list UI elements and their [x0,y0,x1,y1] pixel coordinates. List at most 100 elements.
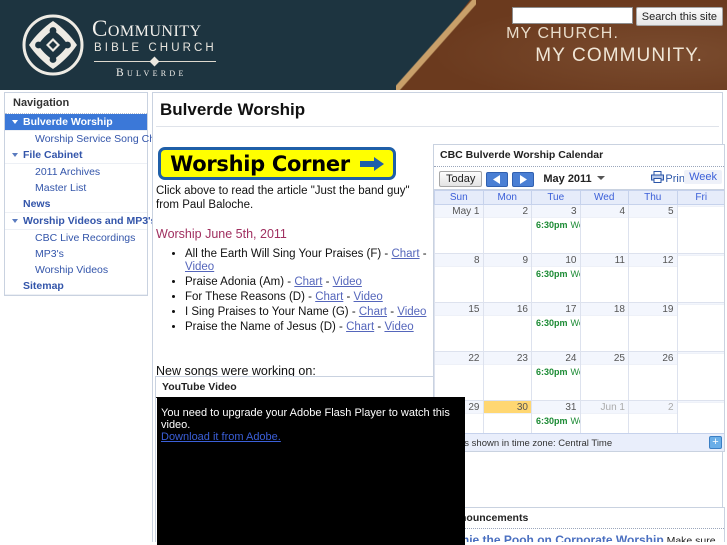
calendar-day-cell[interactable]: 22 [434,351,484,401]
sidebar-item-worship-videos-and-mp3-s[interactable]: Worship Videos and MP3's [5,213,156,230]
calendar-day-number: 23 [483,352,531,365]
song-video-link[interactable]: Video [397,306,426,318]
calendar-next-button[interactable] [512,171,535,187]
calendar-day-cell[interactable]: 9 [482,253,532,303]
song-title: Praise Adonia (Am) [185,276,285,289]
sidebar-item-2011-archives[interactable]: 2011 Archives [5,164,147,180]
song-chart-link[interactable]: Chart [315,291,343,303]
calendar-event[interactable]: 6:30pmWors [532,218,580,230]
sidebar-item-label: 2011 Archives [35,166,101,178]
calendar-day-cell[interactable]: 18 [579,302,629,352]
flash-video-placeholder: You need to upgrade your Adobe Flash Pla… [157,397,465,545]
printer-icon [651,171,665,186]
calendar-day-cell[interactable]: 246:30pmWors [531,351,581,401]
calendar-event[interactable]: 6:30pmWors [532,414,580,426]
calendar-day-cell[interactable]: 11 [579,253,629,303]
sidebar-item-mp3-s[interactable]: MP3's [5,246,147,262]
song-list-item: For These Reasons (D) - Chart - Video [185,291,439,304]
song-video-link[interactable]: Video [185,261,214,273]
calendar-day-cell[interactable] [676,253,724,303]
calendar-day-cell[interactable]: 36:30pmWors [531,204,581,254]
song-video-link[interactable]: Video [354,291,383,303]
logo-line-bulverde: Bulverde [116,67,187,79]
sidebar-item-label: Worship Videos [35,264,109,276]
song-video-link[interactable]: Video [384,321,413,333]
calendar-day-cell[interactable] [676,302,724,352]
logo-divider [94,57,216,66]
calendar-day-cell[interactable]: 106:30pmWors [531,253,581,303]
search-input[interactable] [511,7,633,24]
calendar-event[interactable]: 6:30pmWors [532,316,580,328]
tagline-line-2: MY COMMUNITY. [535,45,703,66]
song-chart-link[interactable]: Chart [359,306,387,318]
calendar-day-cell[interactable]: 16 [482,302,532,352]
song-chart-link[interactable]: Chart [294,276,322,288]
calendar-day-number [677,254,724,256]
sidebar-item-label: CBC Live Recordings [35,232,136,244]
calendar-day-number: 16 [483,303,531,316]
calendar-day-number [677,303,724,305]
worship-corner-banner[interactable]: Worship Corner [158,147,396,180]
calendar-day-number: 12 [629,254,677,267]
title-divider [156,126,719,127]
song-video-link[interactable]: Video [333,276,362,288]
calendar-day-number: 17 [532,303,580,316]
calendar-day-cell[interactable]: 2 [482,204,532,254]
calendar-today-button[interactable]: Today [439,171,483,187]
song-title: All the Earth Will Sing Your Praises (F) [185,248,382,260]
calendar-month-selector[interactable]: May 2011 [543,173,605,185]
calendar-day-number: 4 [580,205,628,218]
calendar-day-cell[interactable]: 4 [579,204,629,254]
song-title: For These Reasons (D) [185,291,305,304]
sidebar-item-worship-service-song-charts[interactable]: Worship Service Song Charts [5,131,173,147]
calendar-day-cell[interactable]: 176:30pmWors [531,302,581,352]
calendar-day-cell[interactable]: 19 [628,302,678,352]
calendar-add-button[interactable]: + [709,436,722,449]
calendar-day-number: 19 [629,303,677,316]
calendar-day-cell[interactable]: 25 [579,351,629,401]
logo-line-bible-church: BIBLE CHURCH [94,42,217,54]
flash-download-link[interactable]: Download it from Adobe. [157,431,465,443]
sidebar-item-worship-videos[interactable]: Worship Videos [5,262,147,278]
calendar-event-name: Wors [570,220,580,230]
navigation-list: Bulverde Worship Worship Service Song Cha… [5,114,173,295]
calendar-day-cell[interactable] [676,204,724,254]
calendar-day-cell[interactable]: 8 [434,253,484,303]
calendar-day-number: 2 [483,205,531,218]
calendar-weekday-wed: Wed [579,190,629,205]
calendar-day-cell[interactable]: 12 [628,253,678,303]
sidebar-item-label: MP3's [35,248,64,260]
calendar-view-week-button[interactable]: Week [684,170,722,184]
page-root: Community BIBLE CHURCH Bulverde MY CHURC… [0,0,727,545]
calendar-event[interactable]: 6:30pmWors [532,365,580,377]
calendar-day-cell[interactable]: 23 [482,351,532,401]
sidebar-item-cbc-live-recordings[interactable]: CBC Live Recordings [5,230,147,246]
calendar-day-cell[interactable]: May 1 [434,204,484,254]
calendar-footer: Events shown in time zone: Central Time … [434,433,724,451]
sidebar-item-news[interactable]: News [5,196,147,213]
sidebar-item-master-list[interactable]: Master List [5,180,147,196]
song-chart-link[interactable]: Chart [346,321,374,333]
calendar-prev-button[interactable] [486,171,509,187]
site-logo-text[interactable]: Community BIBLE CHURCH Bulverde [92,17,292,80]
calendar-timezone-note: Events shown in time zone: Central Time [440,438,613,449]
chevron-right-icon [12,153,18,157]
calendar-day-number: 9 [483,254,531,267]
search-button[interactable]: Search this site [635,7,723,26]
calendar-day-cell[interactable]: 15 [434,302,484,352]
calendar-day-number: 31 [532,401,580,414]
calendar-day-cell[interactable] [676,351,724,401]
sidebar-item-bulverde-worship[interactable]: Bulverde Worship [5,114,147,131]
site-banner: Community BIBLE CHURCH Bulverde MY CHURC… [0,0,727,90]
calendar-print-button[interactable]: Print [651,171,688,186]
sidebar-item-sitemap[interactable]: Sitemap [5,278,147,295]
announcements-gadget-title: t Announcements [434,508,724,529]
calendar-weekday-sun: Sun [434,190,484,205]
sidebar-item-file-cabinet[interactable]: File Cabinet [5,147,147,164]
calendar-day-cell[interactable]: 26 [628,351,678,401]
song-chart-link[interactable]: Chart [391,248,419,260]
calendar-event[interactable]: 6:30pmWors [532,267,580,279]
calendar-event-name: Wors [570,269,580,279]
church-logo-icon[interactable] [22,14,84,76]
calendar-day-cell[interactable]: 5 [628,204,678,254]
